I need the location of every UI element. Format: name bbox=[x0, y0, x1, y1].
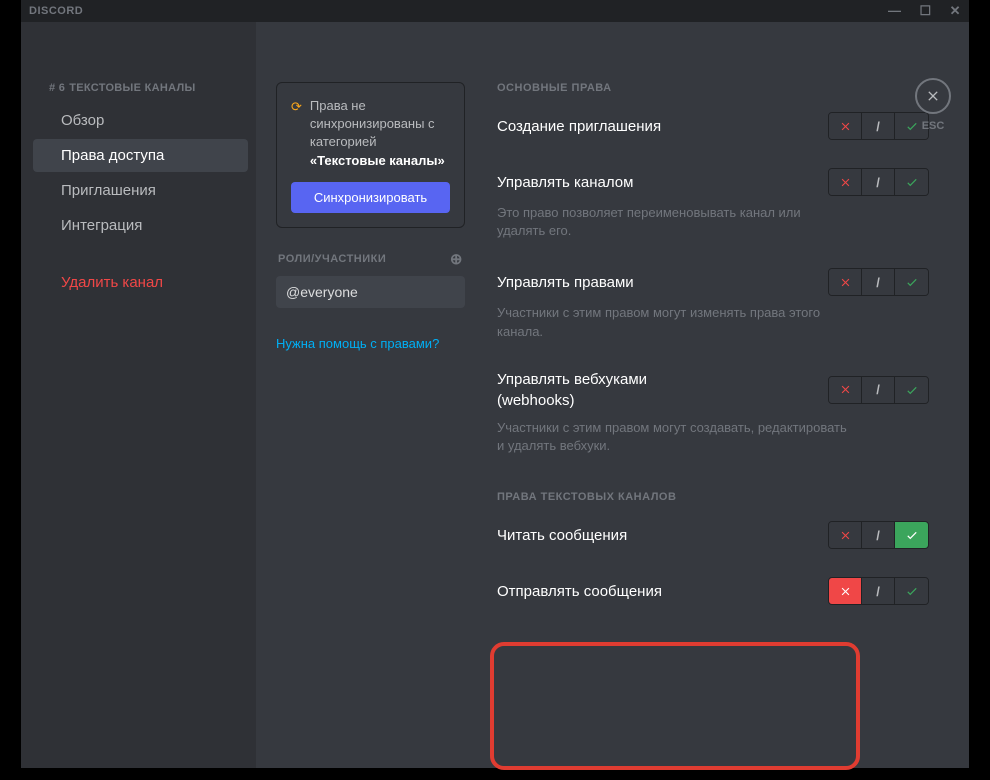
perm-description: Это право позволяет переименовывать кана… bbox=[497, 204, 847, 240]
role-everyone[interactable]: @everyone bbox=[276, 276, 465, 308]
sync-button[interactable]: Синхронизировать bbox=[291, 182, 450, 213]
perm-toggle: / bbox=[828, 521, 929, 549]
perm-title: Управлять вебхуками (webhooks) bbox=[497, 369, 697, 411]
perm-manage-permissions: Управлять правами / Участники с этим пра… bbox=[497, 268, 929, 340]
sidebar-category-header: # 6 ТЕКСТОВЫЕ КАНАЛЫ bbox=[21, 82, 256, 102]
content-area: # 6 ТЕКСТОВЫЕ КАНАЛЫ Обзор Права доступа… bbox=[21, 22, 969, 768]
perm-neutral[interactable]: / bbox=[862, 269, 895, 295]
section-text-channel-permissions: ПРАВА ТЕКСТОВЫХ КАНАЛОВ bbox=[497, 491, 929, 503]
roles-column: ⟳ Права не синхронизированы с категорией… bbox=[256, 22, 481, 768]
perm-deny[interactable] bbox=[829, 113, 862, 139]
sidebar-item-invites[interactable]: Приглашения bbox=[33, 174, 248, 207]
sidebar-item-permissions[interactable]: Права доступа bbox=[33, 139, 248, 172]
perm-neutral[interactable]: / bbox=[862, 377, 895, 403]
perm-deny[interactable] bbox=[829, 522, 862, 548]
titlebar: DISCORD — ☐ ✕ bbox=[21, 0, 969, 22]
perm-title: Читать сообщения bbox=[497, 527, 627, 544]
sidebar-item-integrations[interactable]: Интеграция bbox=[33, 209, 248, 242]
perm-deny[interactable] bbox=[829, 578, 862, 604]
perm-manage-channel: Управлять каналом / Это право позволяет … bbox=[497, 168, 929, 240]
perm-send-messages: Отправлять сообщения / bbox=[497, 577, 929, 605]
roles-header: РОЛИ/УЧАСТНИКИ ⊕ bbox=[276, 246, 465, 272]
perm-title: Управлять правами bbox=[497, 274, 634, 291]
sidebar-item-delete-channel[interactable]: Удалить канал bbox=[33, 266, 248, 299]
perm-allow[interactable] bbox=[895, 522, 928, 548]
permissions-panel: ОСНОВНЫЕ ПРАВА Создание приглашения / Уп… bbox=[481, 22, 969, 768]
perm-title: Управлять каналом bbox=[497, 174, 633, 191]
perm-allow[interactable] bbox=[895, 269, 928, 295]
sync-text-bold: «Текстовые каналы» bbox=[310, 153, 445, 168]
maximize-button[interactable]: ☐ bbox=[919, 3, 931, 19]
perm-deny[interactable] bbox=[829, 169, 862, 195]
app-name: DISCORD bbox=[29, 5, 83, 17]
perm-neutral[interactable]: / bbox=[862, 113, 895, 139]
minimize-button[interactable]: — bbox=[888, 3, 902, 19]
perm-allow[interactable] bbox=[895, 578, 928, 604]
perm-deny[interactable] bbox=[829, 269, 862, 295]
warning-icon: ⟳ bbox=[291, 98, 302, 170]
perm-create-invite: Создание приглашения / bbox=[497, 112, 929, 140]
roles-header-label: РОЛИ/УЧАСТНИКИ bbox=[278, 253, 386, 265]
perm-description: Участники с этим правом могут изменять п… bbox=[497, 304, 847, 340]
esc-label: ESC bbox=[915, 120, 951, 132]
perm-allow[interactable] bbox=[895, 377, 928, 403]
close-button[interactable] bbox=[915, 78, 951, 114]
perm-neutral[interactable]: / bbox=[862, 522, 895, 548]
sidebar-item-overview[interactable]: Обзор bbox=[33, 104, 248, 137]
permissions-help-link[interactable]: Нужна помощь с правами? bbox=[276, 336, 465, 351]
perm-title: Отправлять сообщения bbox=[497, 583, 662, 600]
perm-allow[interactable] bbox=[895, 169, 928, 195]
section-general-permissions: ОСНОВНЫЕ ПРАВА bbox=[497, 82, 929, 94]
perm-toggle: / bbox=[828, 577, 929, 605]
perm-toggle: / bbox=[828, 268, 929, 296]
close-window-button[interactable]: ✕ bbox=[950, 3, 961, 19]
sync-notice-card: ⟳ Права не синхронизированы с категорией… bbox=[276, 82, 465, 228]
perm-toggle: / bbox=[828, 112, 929, 140]
settings-sidebar: # 6 ТЕКСТОВЫЕ КАНАЛЫ Обзор Права доступа… bbox=[21, 22, 256, 768]
window-controls: — ☐ ✕ bbox=[888, 3, 961, 19]
add-role-icon[interactable]: ⊕ bbox=[450, 250, 463, 268]
perm-description: Участники с этим правом могут создавать,… bbox=[497, 419, 847, 455]
perm-toggle: / bbox=[828, 376, 929, 404]
perm-toggle: / bbox=[828, 168, 929, 196]
perm-manage-webhooks: Управлять вебхуками (webhooks) / Участни… bbox=[497, 369, 929, 455]
perm-neutral[interactable]: / bbox=[862, 169, 895, 195]
channel-hash-icon: # 6 bbox=[49, 82, 65, 94]
app-window: DISCORD — ☐ ✕ # 6 ТЕКСТОВЫЕ КАНАЛЫ Обзор… bbox=[21, 0, 969, 768]
sync-text-pre: Права не синхронизированы с категорией bbox=[310, 98, 435, 149]
perm-neutral[interactable]: / bbox=[862, 578, 895, 604]
sync-notice-text: ⟳ Права не синхронизированы с категорией… bbox=[291, 97, 450, 170]
perm-read-messages: Читать сообщения / bbox=[497, 521, 929, 549]
perm-title: Создание приглашения bbox=[497, 118, 661, 135]
close-settings: ESC bbox=[915, 78, 951, 132]
sidebar-category-label: ТЕКСТОВЫЕ КАНАЛЫ bbox=[69, 82, 195, 94]
perm-deny[interactable] bbox=[829, 377, 862, 403]
